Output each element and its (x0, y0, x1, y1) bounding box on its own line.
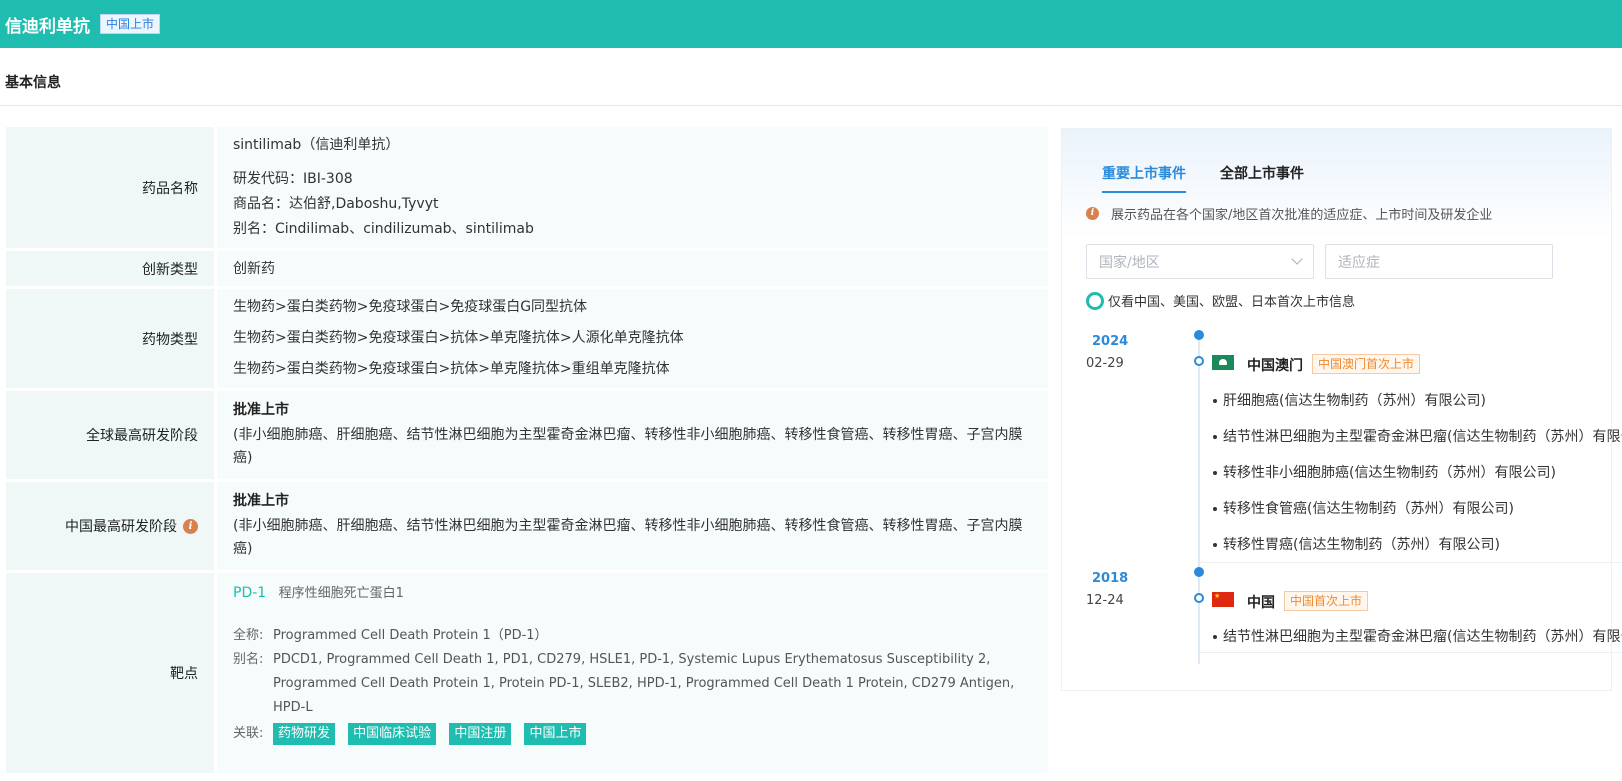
row-label: 药品名称 (6, 127, 214, 248)
target-alias: 别名: PDCD1, Programmed Cell Death 1, PD1,… (233, 648, 1032, 720)
radio-ring-icon[interactable] (1086, 291, 1104, 310)
alias-name: 别名：Cindilimab、cindilizumab、sintilimab (233, 221, 534, 237)
tab-all-events[interactable]: 全部上市事件 (1220, 163, 1304, 193)
row-china-stage: 中国最高研发阶段 i 批准上市 (非小细胞肺癌、肝细胞癌、结节性淋巴细胞为主型霍… (6, 482, 1048, 570)
row-label: 中国最高研发阶段 i (6, 482, 214, 570)
trade-name: 商品名：达伯舒,Daboshu,Tyvyt (233, 196, 439, 212)
event-country: 中国 (1247, 595, 1275, 611)
market-events-panel: 重要上市事件 全部上市事件 i 展示药品在各个国家/地区首次批准的适应症、上市时… (1061, 128, 1622, 691)
drug-name: sintilimab（信迪利单抗） (233, 137, 400, 153)
events-tabs: 重要上市事件 全部上市事件 (1102, 163, 1338, 193)
global-stage-detail: (非小细胞肺癌、肝细胞癌、结节性淋巴细胞为主型霍奇金淋巴瘤、转移性非小细胞肺癌、… (233, 427, 1023, 466)
timeline-line (1198, 334, 1200, 664)
row-label: 全球最高研发阶段 (6, 391, 214, 479)
row-drug-type: 药物类型 生物药>蛋白类药物>免疫球蛋白>免疫球蛋白G同型抗体 生物药>蛋白类药… (6, 289, 1048, 388)
innovation-value: 创新药 (217, 251, 1048, 286)
year-dot (1194, 330, 1204, 340)
row-innovation: 创新类型 创新药 (6, 251, 1048, 286)
event-date: 02-29 (1086, 356, 1124, 371)
target-full-name: 全称: Programmed Cell Death Protein 1（PD-1… (233, 624, 1032, 648)
row-global-stage: 全球最高研发阶段 批准上市 (非小细胞肺癌、肝细胞癌、结节性淋巴细胞为主型霍奇金… (6, 391, 1048, 479)
full-name-key: 全称: (233, 628, 264, 643)
china-flag-icon: ★ (1212, 592, 1234, 607)
related-key: 关联: (233, 726, 264, 741)
tag-china-registration[interactable]: 中国注册 (449, 723, 512, 745)
tab-key-events[interactable]: 重要上市事件 (1102, 163, 1186, 193)
drug-title: 信迪利单抗 (5, 16, 90, 37)
row-target: 靶点 PD-1 程序性细胞死亡蛋白1 全称: Programmed Cell D… (6, 573, 1048, 773)
event-separator (1200, 562, 1622, 563)
event-tag: 中国澳门首次上市 (1312, 354, 1421, 374)
alias-value: PDCD1, Programmed Cell Death 1, PD1, CD2… (273, 652, 1015, 715)
event-date: 12-24 (1086, 593, 1124, 608)
drug-type-item: 生物药>蛋白类药物>免疫球蛋白>抗体>单克隆抗体>重组单克隆抗体 (233, 361, 670, 377)
event-year: 2018 (1092, 571, 1129, 586)
indication-input[interactable]: 适应症 (1325, 244, 1553, 279)
indication-item: 结节性淋巴细胞为主型霍奇金淋巴瘤(信达生物制药（苏州）有限公司) (1213, 626, 1622, 646)
row-drug-name: 药品名称 sintilimab（信迪利单抗） 研发代码：IBI-308 商品名：… (6, 127, 1048, 248)
info-icon: i (1086, 207, 1099, 220)
country-select[interactable]: 国家/地区 (1086, 244, 1314, 279)
related-tags: 药物研发 中国临床试验 中国注册 中国上市 (273, 722, 1032, 746)
market-status-badge: 中国上市 (100, 14, 161, 34)
target-heading: PD-1 程序性细胞死亡蛋白1 (233, 581, 1032, 606)
global-stage-status: 批准上市 (233, 402, 289, 418)
toggle-label: 仅看中国、美国、欧盟、日本首次上市信息 (1108, 295, 1356, 310)
event-dot (1194, 593, 1204, 603)
china-stage-status: 批准上市 (233, 493, 289, 509)
tag-china-market[interactable]: 中国上市 (524, 723, 587, 745)
row-value: 生物药>蛋白类药物>免疫球蛋白>免疫球蛋白G同型抗体 生物药>蛋白类药物>免疫球… (217, 289, 1048, 388)
target-name: 程序性细胞死亡蛋白1 (278, 586, 404, 601)
event-tag: 中国首次上市 (1284, 591, 1369, 611)
event-separator (1200, 652, 1622, 653)
tag-china-clinical-trial[interactable]: 中国临床试验 (348, 723, 437, 745)
page-header: 信迪利单抗 中国上市 (0, 0, 1622, 48)
major-markets-toggle[interactable]: 仅看中国、美国、欧盟、日本首次上市信息 (1086, 291, 1355, 310)
basic-info-table: 药品名称 sintilimab（信迪利单抗） 研发代码：IBI-308 商品名：… (6, 127, 1048, 776)
section-title: 基本信息 (5, 75, 61, 91)
panel-hint: i 展示药品在各个国家/地区首次批准的适应症、上市时间及研发企业 (1086, 204, 1492, 223)
indication-item: 转移性非小细胞肺癌(信达生物制药（苏州）有限公司) (1213, 462, 1556, 482)
china-stage-detail: (非小细胞肺癌、肝细胞癌、结节性淋巴细胞为主型霍奇金淋巴瘤、转移性非小细胞肺癌、… (233, 518, 1023, 557)
row-value: 批准上市 (非小细胞肺癌、肝细胞癌、结节性淋巴细胞为主型霍奇金淋巴瘤、转移性非小… (217, 391, 1048, 479)
row-label: 创新类型 (6, 251, 214, 286)
row-value: sintilimab（信迪利单抗） 研发代码：IBI-308 商品名：达伯舒,D… (217, 127, 1048, 248)
event-year: 2024 (1092, 334, 1129, 349)
event-country: 中国澳门 (1247, 358, 1303, 374)
section-divider (0, 105, 1622, 106)
hint-text: 展示药品在各个国家/地区首次批准的适应症、上市时间及研发企业 (1111, 208, 1493, 223)
row-value: PD-1 程序性细胞死亡蛋白1 全称: Programmed Cell Deat… (217, 573, 1048, 773)
chevron-down-icon (1291, 253, 1303, 265)
indication-placeholder: 适应症 (1338, 254, 1380, 271)
row-value: 批准上市 (非小细胞肺癌、肝细胞癌、结节性淋巴细胞为主型霍奇金淋巴瘤、转移性非小… (217, 482, 1048, 570)
target-code-link[interactable]: PD-1 (233, 585, 266, 601)
indication-item: 转移性食管癌(信达生物制药（苏州）有限公司) (1213, 498, 1514, 518)
info-icon[interactable]: i (183, 518, 198, 534)
row-label: 药物类型 (6, 289, 214, 388)
research-code: 研发代码：IBI-308 (233, 171, 353, 187)
indication-item: 肝细胞癌(信达生物制药（苏州）有限公司) (1213, 390, 1486, 410)
drug-type-item: 生物药>蛋白类药物>免疫球蛋白>抗体>单克隆抗体>人源化单克隆抗体 (233, 330, 684, 346)
indication-item: 结节性淋巴细胞为主型霍奇金淋巴瘤(信达生物制药（苏州）有限公司) (1213, 426, 1622, 446)
drug-type-item: 生物药>蛋白类药物>免疫球蛋白>免疫球蛋白G同型抗体 (233, 299, 588, 315)
indication-item: 转移性胃癌(信达生物制药（苏州）有限公司) (1213, 534, 1500, 554)
target-related: 关联: 药物研发 中国临床试验 中国注册 中国上市 (233, 722, 1032, 746)
tag-drug-rd[interactable]: 药物研发 (273, 723, 336, 745)
full-name-value: Programmed Cell Death Protein 1（PD-1） (273, 628, 548, 643)
macau-flag-icon (1212, 355, 1234, 370)
year-dot (1194, 567, 1204, 577)
china-stage-label: 中国最高研发阶段 (65, 519, 177, 535)
event-dot (1194, 356, 1204, 366)
country-placeholder: 国家/地区 (1099, 254, 1160, 271)
row-label: 靶点 (6, 573, 214, 773)
alias-key: 别名: (233, 652, 264, 667)
